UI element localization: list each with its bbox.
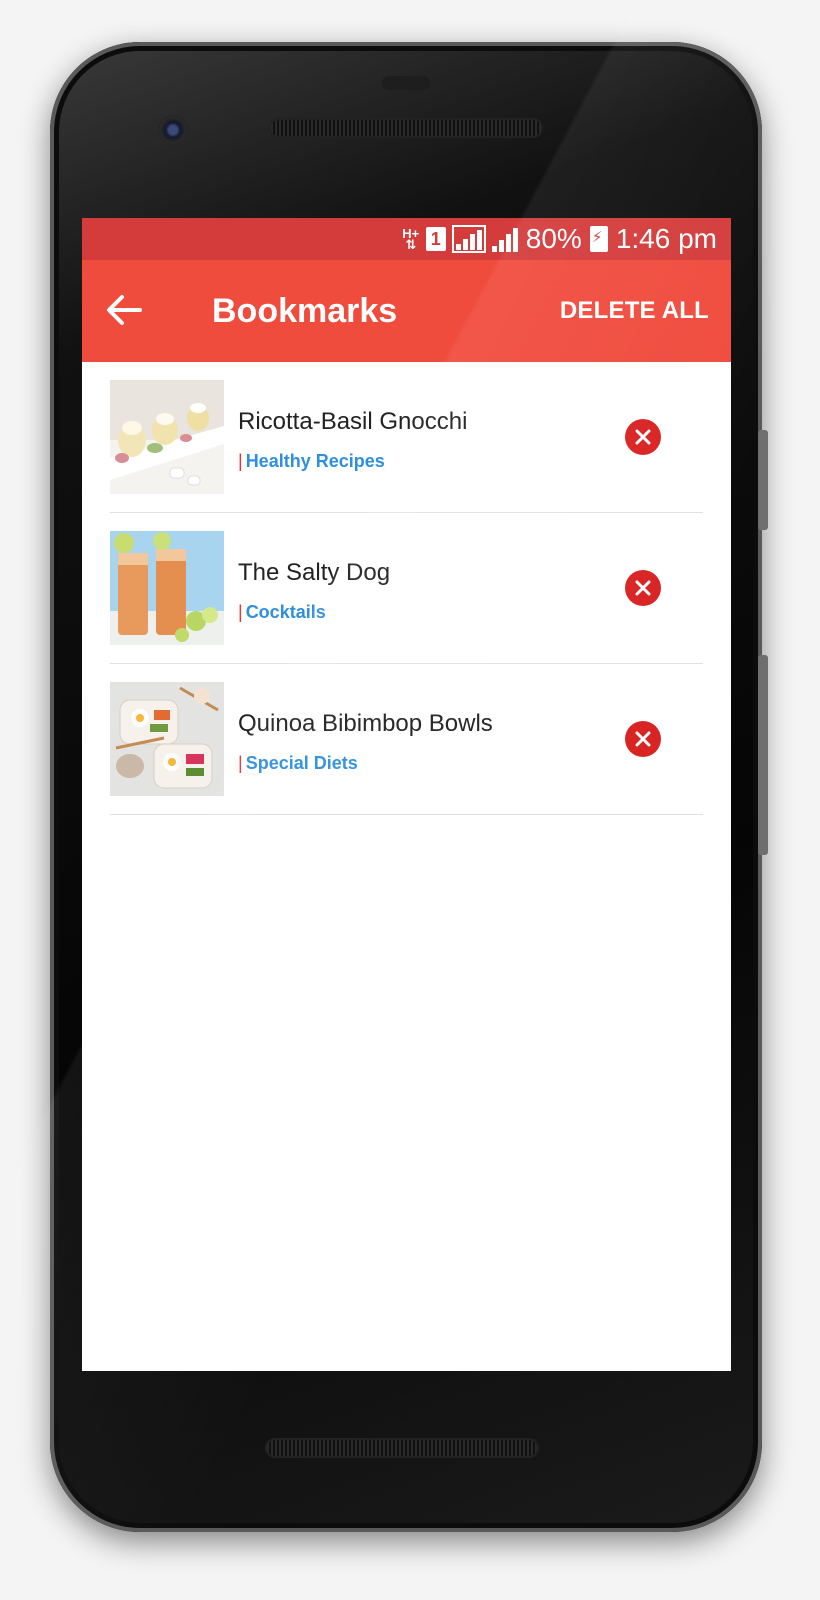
bookmark-title[interactable]: The Salty Dog [238, 559, 390, 587]
close-icon [635, 731, 651, 747]
category-separator: | [238, 753, 243, 773]
earpiece-speaker [271, 120, 541, 136]
signal-strength-icon [451, 225, 486, 253]
proximity-sensor [382, 76, 430, 90]
bookmark-title[interactable]: Quinoa Bibimbop Bowls [238, 710, 493, 738]
volume-button [758, 430, 768, 530]
sim-icon: 1 [425, 227, 446, 251]
bottom-speaker [267, 1440, 537, 1456]
category-label: Cocktails [245, 602, 326, 622]
app-bar: Bookmarks DELETE ALL [82, 260, 731, 362]
bookmark-category[interactable]: | Special Diets [238, 753, 358, 774]
close-icon [635, 580, 651, 596]
list-item[interactable]: Ricotta-Basil Gnocchi | Healthy Recipes [110, 362, 703, 513]
gnocchi-thumbnail[interactable] [110, 380, 224, 494]
front-camera [158, 115, 188, 145]
remove-bookmark-button[interactable] [625, 721, 661, 757]
page-title: Bookmarks [212, 291, 398, 330]
cocktail-thumbnail[interactable] [110, 531, 224, 645]
sim-slot-label: 1 [430, 228, 441, 249]
remove-bookmark-button[interactable] [625, 419, 661, 455]
bookmark-title[interactable]: Ricotta-Basil Gnocchi [238, 408, 467, 436]
back-arrow-icon[interactable] [104, 292, 144, 328]
network-type-icon: H+ ⇅ [402, 226, 420, 252]
signal-strength-icon-2 [491, 226, 518, 252]
battery-percent: 80% [525, 223, 582, 254]
delete-all-button[interactable]: DELETE ALL [560, 297, 709, 325]
close-icon [635, 429, 651, 445]
category-separator: | [238, 451, 243, 471]
category-label: Special Diets [245, 753, 358, 773]
list-item[interactable]: The Salty Dog | Cocktails [110, 513, 703, 664]
bookmark-list: Ricotta-Basil Gnocchi |Healthy Recipes [82, 362, 731, 815]
battery-charging-icon [589, 226, 608, 252]
list-item[interactable]: Quinoa Bibimbop Bowls | Special Diets [110, 664, 703, 815]
status-bar: H+⇅ 1 80% 1:46 pm [82, 218, 731, 260]
bookmark-category[interactable]: | Cocktails [238, 602, 326, 623]
status-icons: H+ ⇅ 1 [402, 225, 518, 253]
bibimbop-thumbnail[interactable] [110, 682, 224, 796]
network-type-label: H+ [402, 226, 420, 241]
clock: 1:46 pm [615, 223, 717, 254]
category-label: Healthy Recipes [245, 451, 385, 471]
bookmark-category[interactable]: | Healthy Recipes [238, 451, 385, 472]
remove-bookmark-button[interactable] [625, 570, 661, 606]
power-button [758, 655, 768, 855]
app-screen: H+⇅ 1 80% 1:46 pm Bookmarks DELETE ALL [82, 218, 731, 1371]
category-separator: | [238, 602, 243, 622]
